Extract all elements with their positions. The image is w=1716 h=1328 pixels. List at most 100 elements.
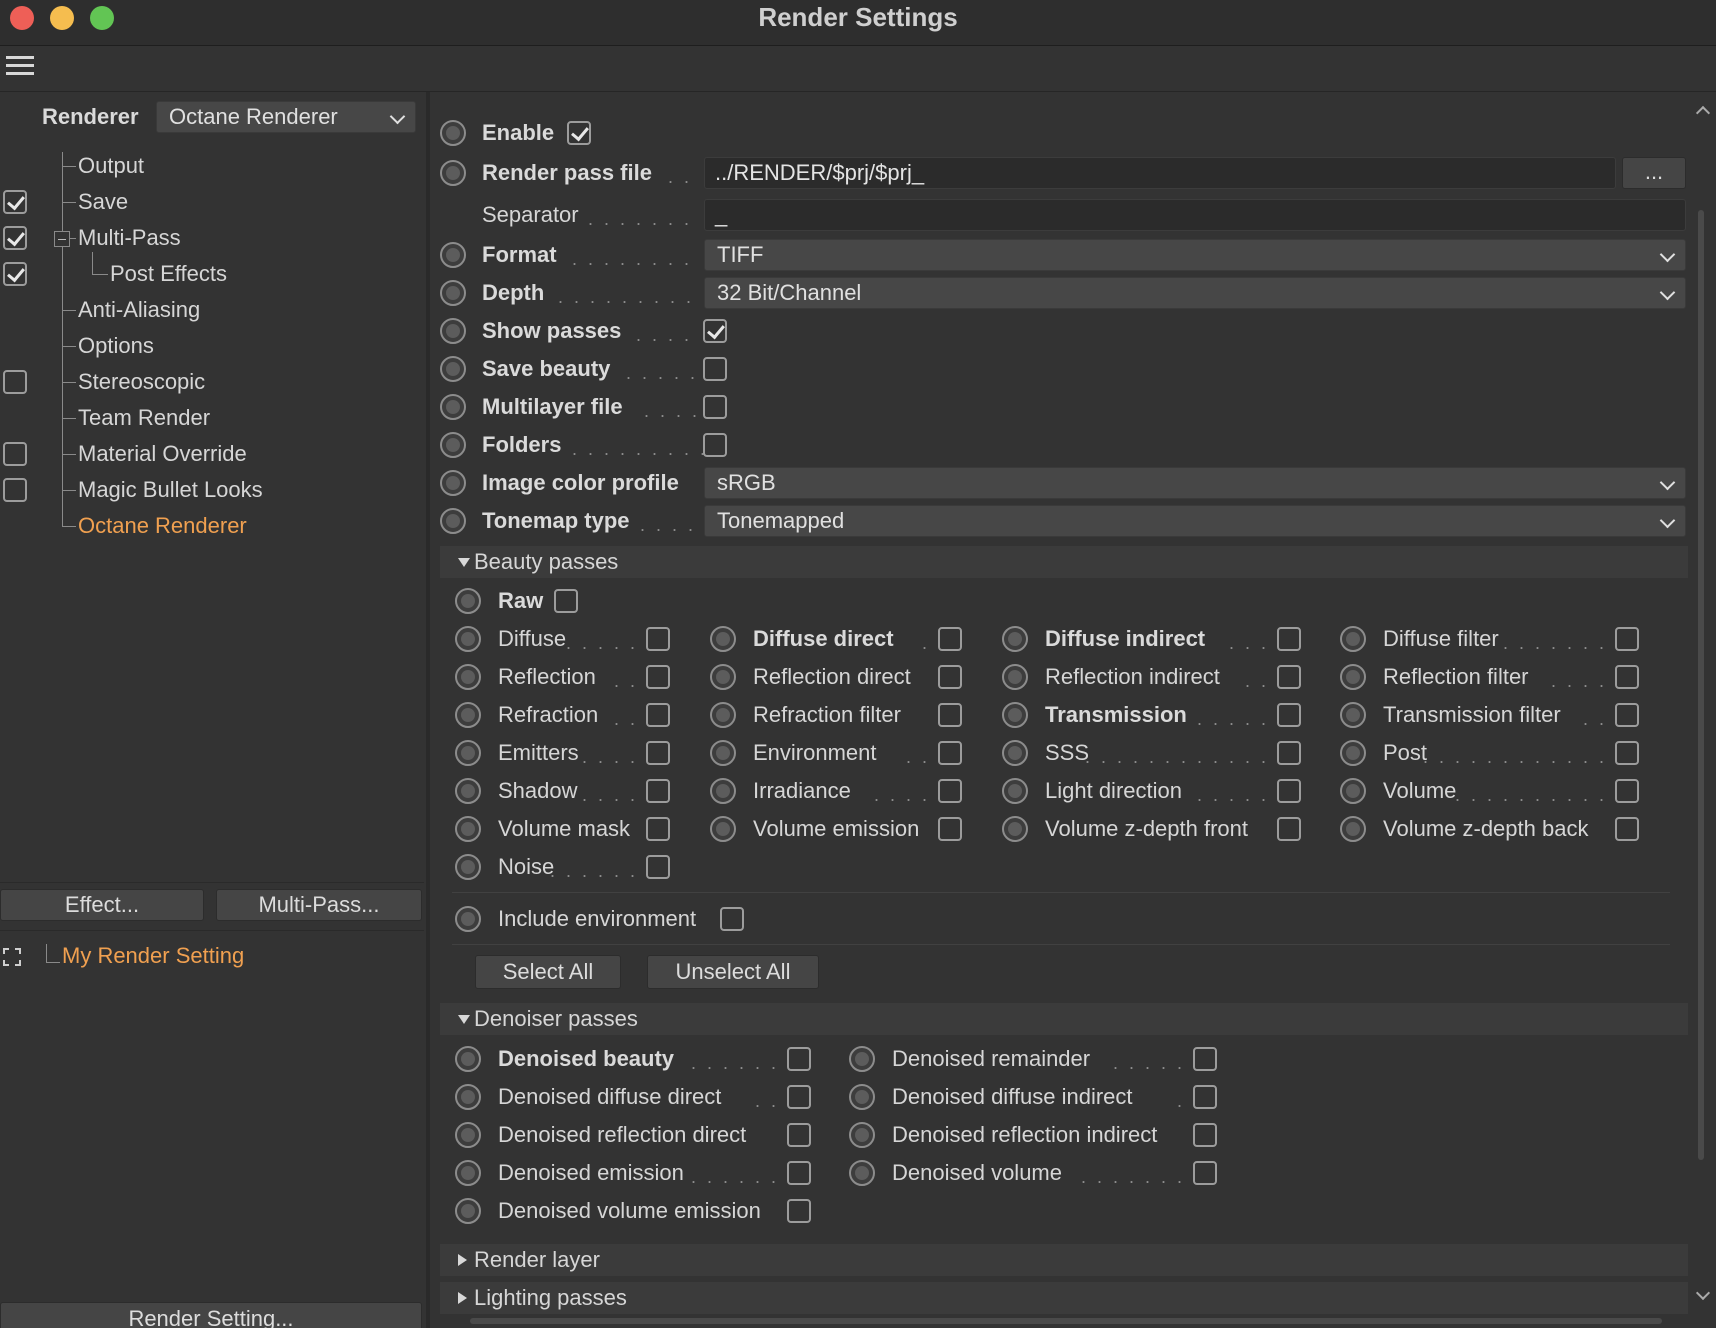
tree-checkbox[interactable] — [3, 226, 27, 250]
pass-radio[interactable] — [455, 664, 481, 690]
tree-checkbox[interactable] — [3, 190, 27, 214]
render-setting-button[interactable]: Render Setting... — [0, 1302, 422, 1328]
denoiser-radio[interactable] — [455, 1084, 481, 1110]
pass-radio[interactable] — [1340, 740, 1366, 766]
denoiser-checkbox[interactable] — [787, 1199, 811, 1223]
scroll-down-arrow-icon[interactable] — [1695, 1285, 1711, 1301]
format-radio[interactable] — [440, 242, 466, 268]
tree-item-save[interactable]: Save — [78, 188, 128, 216]
tree-checkbox[interactable] — [3, 262, 27, 286]
beauty-passes-header[interactable]: Beauty passes — [440, 546, 1688, 578]
tree-item-material-override[interactable]: Material Override — [78, 440, 247, 468]
pass-checkbox[interactable] — [1277, 741, 1301, 765]
folders-radio[interactable] — [440, 432, 466, 458]
denoiser-radio[interactable] — [849, 1122, 875, 1148]
pass-checkbox[interactable] — [1277, 665, 1301, 689]
denoiser-radio[interactable] — [455, 1160, 481, 1186]
tree-item-magic-bullet-looks[interactable]: Magic Bullet Looks — [78, 476, 263, 504]
denoiser-radio[interactable] — [455, 1046, 481, 1072]
show-passes-checkbox[interactable] — [703, 319, 727, 343]
render-setting-item[interactable]: My Render Setting — [62, 942, 244, 970]
tree-item-octane-renderer[interactable]: Octane Renderer — [78, 512, 247, 540]
show-passes-radio[interactable] — [440, 318, 466, 344]
denoiser-checkbox[interactable] — [1193, 1047, 1217, 1071]
pass-checkbox[interactable] — [646, 855, 670, 879]
pass-file-radio[interactable] — [440, 160, 466, 186]
tree-checkbox[interactable] — [3, 442, 27, 466]
pass-radio[interactable] — [710, 778, 736, 804]
format-select[interactable]: TIFF — [704, 239, 1686, 271]
pass-checkbox[interactable] — [646, 817, 670, 841]
depth-select[interactable]: 32 Bit/Channel — [704, 277, 1686, 309]
pass-checkbox[interactable] — [1615, 627, 1639, 651]
pass-radio[interactable] — [710, 816, 736, 842]
pass-radio[interactable] — [1340, 664, 1366, 690]
render-layer-header[interactable]: Render layer — [440, 1244, 1688, 1276]
pass-checkbox[interactable] — [1615, 703, 1639, 727]
pass-checkbox[interactable] — [1277, 703, 1301, 727]
multilayer-checkbox[interactable] — [703, 395, 727, 419]
pass-radio[interactable] — [1002, 702, 1028, 728]
pass-radio[interactable] — [1340, 702, 1366, 728]
pass-radio[interactable] — [455, 778, 481, 804]
pass-radio[interactable] — [1340, 626, 1366, 652]
pass-radio[interactable] — [1340, 816, 1366, 842]
pass-checkbox[interactable] — [646, 665, 670, 689]
pass-checkbox[interactable] — [1615, 741, 1639, 765]
pass-radio[interactable] — [1002, 740, 1028, 766]
pass-checkbox[interactable] — [938, 817, 962, 841]
save-beauty-radio[interactable] — [440, 356, 466, 382]
denoiser-radio[interactable] — [849, 1046, 875, 1072]
denoiser-checkbox[interactable] — [787, 1123, 811, 1147]
pass-checkbox[interactable] — [646, 779, 670, 803]
tree-item-post-effects[interactable]: Post Effects — [110, 260, 227, 288]
multilayer-radio[interactable] — [440, 394, 466, 420]
collapse-box-icon[interactable] — [54, 231, 70, 247]
denoiser-radio[interactable] — [849, 1084, 875, 1110]
tree-item-team-render[interactable]: Team Render — [78, 404, 210, 432]
denoiser-passes-header[interactable]: Denoiser passes — [440, 1003, 1688, 1035]
pass-radio[interactable] — [455, 702, 481, 728]
denoiser-checkbox[interactable] — [787, 1047, 811, 1071]
pass-radio[interactable] — [710, 664, 736, 690]
pass-radio[interactable] — [455, 626, 481, 652]
effect-button[interactable]: Effect... — [0, 889, 204, 921]
tonemap-radio[interactable] — [440, 508, 466, 534]
denoiser-radio[interactable] — [455, 1198, 481, 1224]
scroll-up-arrow-icon[interactable] — [1695, 105, 1711, 121]
separator-input[interactable]: _ — [704, 199, 1686, 231]
pass-radio[interactable] — [1340, 778, 1366, 804]
pass-checkbox[interactable] — [1615, 779, 1639, 803]
pass-radio[interactable] — [1002, 664, 1028, 690]
renderer-select[interactable]: Octane Renderer — [156, 101, 416, 133]
multipass-button[interactable]: Multi-Pass... — [216, 889, 422, 921]
focus-icon[interactable] — [3, 948, 21, 966]
pass-checkbox[interactable] — [938, 627, 962, 651]
denoiser-checkbox[interactable] — [1193, 1161, 1217, 1185]
horizontal-scrollbar[interactable] — [470, 1318, 1662, 1324]
vertical-scrollbar[interactable] — [1698, 210, 1704, 1160]
pass-radio[interactable] — [710, 740, 736, 766]
pass-radio[interactable] — [1002, 778, 1028, 804]
pass-radio[interactable] — [455, 816, 481, 842]
pass-checkbox[interactable] — [938, 741, 962, 765]
hamburger-menu-icon[interactable] — [6, 56, 34, 78]
pass-checkbox[interactable] — [1277, 817, 1301, 841]
pass-checkbox[interactable] — [646, 627, 670, 651]
color-profile-radio[interactable] — [440, 470, 466, 496]
depth-radio[interactable] — [440, 280, 466, 306]
denoiser-radio[interactable] — [849, 1160, 875, 1186]
raw-radio[interactable] — [455, 588, 481, 614]
tree-checkbox[interactable] — [3, 370, 27, 394]
denoiser-radio[interactable] — [455, 1122, 481, 1148]
pass-checkbox[interactable] — [1615, 665, 1639, 689]
tonemap-select[interactable]: Tonemapped — [704, 505, 1686, 537]
tree-checkbox[interactable] — [3, 478, 27, 502]
folders-checkbox[interactable] — [703, 433, 727, 457]
denoiser-checkbox[interactable] — [1193, 1123, 1217, 1147]
tree-item-stereoscopic[interactable]: Stereoscopic — [78, 368, 205, 396]
pass-radio[interactable] — [710, 626, 736, 652]
select-all-button[interactable]: Select All — [475, 955, 621, 989]
enable-checkbox[interactable] — [567, 121, 591, 145]
lighting-passes-header[interactable]: Lighting passes — [440, 1282, 1688, 1314]
